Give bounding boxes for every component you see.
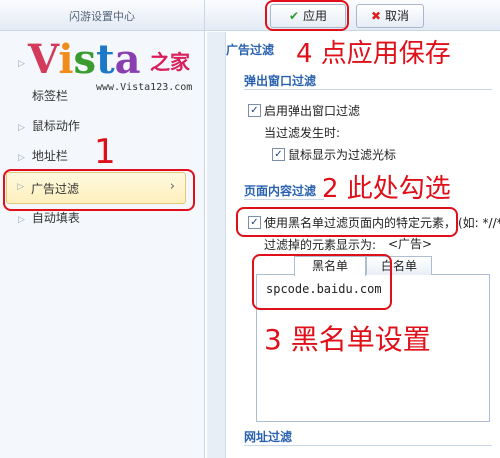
annotation-ring-checkbox [236, 207, 458, 237]
sidebar-item-tabbar[interactable]: 标签栏 [18, 86, 68, 106]
sidebar-title: 闪游设置中心 [69, 10, 135, 23]
content-filter-title: 页面内容过滤 [244, 184, 317, 198]
logo-url: www.Vista123.com [96, 82, 193, 93]
vista-logo: Vista [28, 36, 141, 83]
close-icon: ✖ [371, 9, 382, 23]
popup-filter-checkbox[interactable]: ✓ [248, 104, 261, 117]
annotation-ring-apply [265, 0, 349, 31]
sidebar-item-label: 标签栏 [32, 89, 69, 103]
chevron-right-icon: ▷ [18, 123, 25, 133]
sidebar-item-address-bar[interactable]: ▷ 地址栏 [18, 146, 68, 166]
chevron-right-icon: ▷ [18, 215, 25, 225]
annotation-ring-sidebar [3, 169, 195, 211]
divider [244, 199, 324, 200]
sidebar-item-label: 鼠标动作 [31, 119, 80, 133]
blacklist-hint: (如: *//*. [458, 216, 500, 230]
cursor-filter-checkbox[interactable]: ✓ [272, 148, 285, 161]
toolbar [205, 0, 500, 31]
cursor-filter-label: 鼠标显示为过滤光标 [288, 148, 397, 162]
divider [244, 89, 492, 90]
display-as-value[interactable]: <广告> [388, 235, 432, 252]
popup-filter-label: 启用弹出窗口过滤 [264, 104, 361, 118]
annotation-step1: 1 [94, 132, 116, 172]
logo-chinese-text: 之家 [150, 50, 190, 74]
annotation-step2: 2 此处勾选 [322, 174, 451, 204]
page-title: 广告过滤 [226, 43, 275, 57]
annotation-ring-blacklist [252, 254, 392, 310]
display-as-label: 过滤掉的元素显示为: [264, 238, 377, 252]
cancel-button[interactable]: ✖ 取消 [356, 4, 424, 28]
divider [244, 445, 492, 446]
annotation-step4: 4 点应用保存 [296, 39, 451, 69]
popup-filter-title: 弹出窗口过滤 [244, 74, 317, 88]
sidebar-item-label: 地址栏 [31, 149, 68, 163]
sidebar-item-autofill[interactable]: ▷ 自动填表 [18, 208, 80, 228]
chevron-right-icon: ▷ [18, 59, 25, 69]
panel-gutter [207, 32, 226, 458]
sidebar-item-label: 自动填表 [31, 211, 80, 225]
sidebar-item-mouse-action[interactable]: ▷ 鼠标动作 [18, 116, 80, 136]
when-filter-label: 当过滤发生时: [264, 126, 341, 140]
url-filter-title: 网址过滤 [244, 430, 293, 444]
chevron-right-icon: ▷ [18, 153, 25, 163]
annotation-step3: 3 黑名单设置 [264, 323, 431, 356]
